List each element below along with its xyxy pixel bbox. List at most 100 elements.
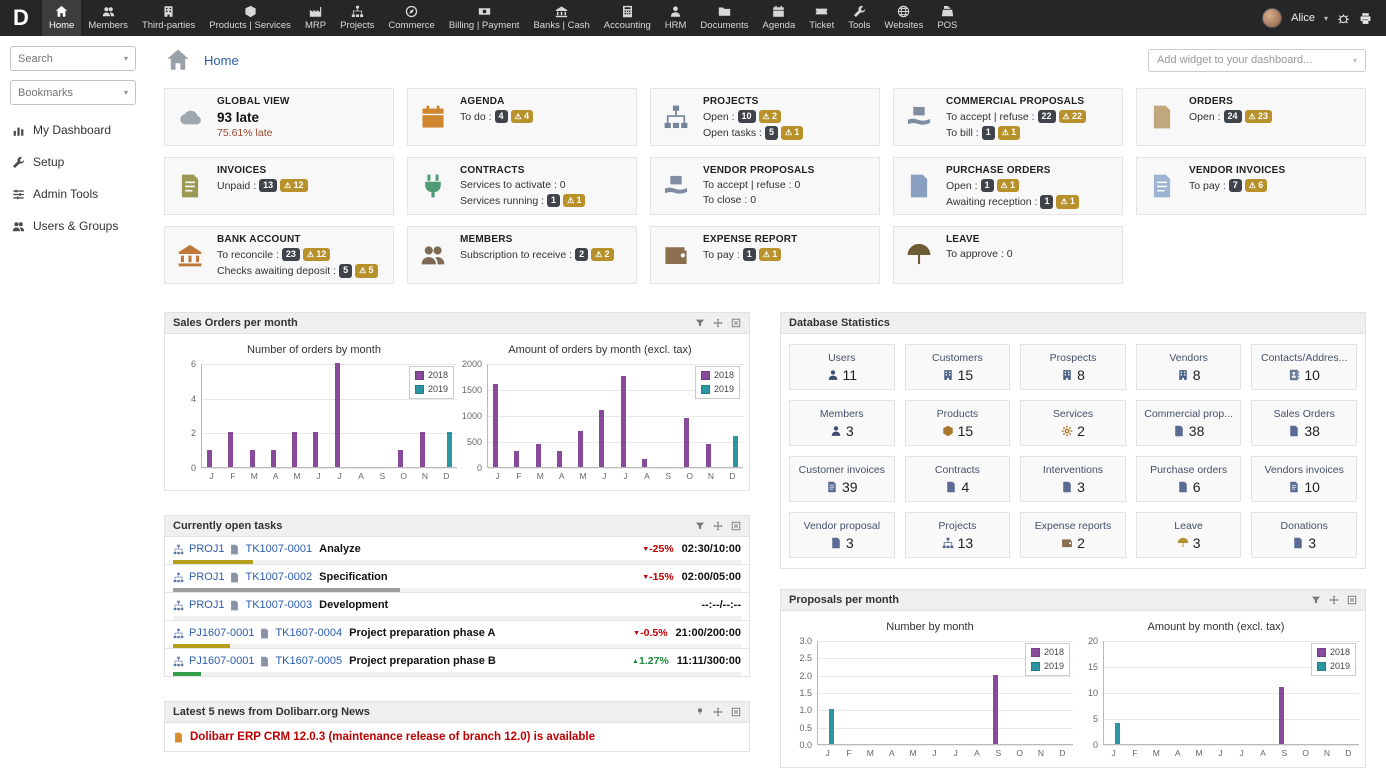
badge-dark[interactable]: 10: [737, 110, 756, 124]
topnav-item-home[interactable]: Home: [42, 0, 82, 36]
kpi-box-orders[interactable]: ORDERS Open :2423: [1136, 88, 1366, 146]
badge-warn[interactable]: 2: [591, 248, 614, 262]
news-link[interactable]: Dolibarr ERP CRM 12.0.3 (maintenance rel…: [190, 731, 595, 743]
badge-warn[interactable]: 6: [1244, 179, 1268, 193]
stat-box-leave[interactable]: Leave 3: [1135, 512, 1242, 558]
stat-box-services[interactable]: Services 2: [1020, 400, 1126, 446]
project-link[interactable]: PJ1607-0001: [189, 627, 254, 639]
topnav-item-projects[interactable]: Projects: [333, 0, 381, 36]
kpi-box-global-view[interactable]: GLOBAL VIEW 93 late 75.61% late: [164, 88, 394, 146]
badge-dark[interactable]: 4: [494, 110, 508, 124]
badge-warn[interactable]: 1: [1056, 195, 1079, 209]
stat-box-members[interactable]: Members 3: [789, 400, 895, 446]
stat-box-users[interactable]: Users 11: [789, 344, 895, 390]
stat-box-donations[interactable]: Donations 3: [1251, 512, 1357, 558]
badge-dark[interactable]: 7: [1228, 179, 1242, 193]
stat-box-products[interactable]: Products 15: [904, 400, 1011, 446]
badge-warn[interactable]: 1: [780, 126, 804, 140]
badge-warn[interactable]: 23: [1244, 110, 1272, 124]
bug-icon[interactable]: [1337, 12, 1350, 25]
task-link[interactable]: TK1007-0002: [245, 571, 312, 583]
stat-box-purchase-orders[interactable]: Purchase orders 6: [1135, 456, 1242, 502]
badge-dark[interactable]: 22: [1037, 110, 1056, 124]
topnav-item-ticket[interactable]: Ticket: [802, 0, 841, 36]
badge-warn[interactable]: 1: [563, 194, 586, 208]
close-icon[interactable]: [731, 318, 741, 328]
badge-dark[interactable]: 5: [764, 126, 778, 140]
stat-box-expense-reports[interactable]: Expense reports 2: [1020, 512, 1126, 558]
close-icon[interactable]: [731, 521, 741, 531]
topnav-item-hrm[interactable]: HRM: [658, 0, 694, 36]
badge-warn[interactable]: 1: [997, 126, 1021, 140]
kpi-box-invoices[interactable]: INVOICES Unpaid :1312: [164, 157, 394, 215]
badge-warn[interactable]: 22: [1058, 110, 1086, 124]
sidebar-item-setup[interactable]: Setup: [10, 146, 136, 178]
stat-box-customers[interactable]: Customers 15: [904, 344, 1011, 390]
task-link[interactable]: TK1607-0005: [275, 655, 342, 667]
badge-dark[interactable]: 2: [575, 248, 589, 262]
topnav-item-billing-payment[interactable]: Billing | Payment: [442, 0, 527, 36]
kpi-box-bank-account[interactable]: BANK ACCOUNT To reconcile :2312 Checks awa…: [164, 226, 394, 284]
kpi-box-vendor-proposals[interactable]: VENDOR PROPOSALS To accept | refuse : 0 To…: [650, 157, 880, 215]
stat-box-commercial-prop[interactable]: Commercial prop... 38: [1135, 400, 1242, 446]
kpi-box-members[interactable]: MEMBERS Subscription to receive :22: [407, 226, 637, 284]
badge-warn[interactable]: 1: [758, 248, 782, 262]
stat-box-sales-orders[interactable]: Sales Orders 38: [1251, 400, 1357, 446]
pin-icon[interactable]: [695, 707, 705, 717]
close-icon[interactable]: [1347, 595, 1357, 605]
kpi-box-commercial-proposals[interactable]: COMMERCIAL PROPOSALS To accept | refuse :…: [893, 88, 1123, 146]
breadcrumb-home-link[interactable]: Home: [204, 53, 239, 68]
task-link[interactable]: TK1007-0003: [245, 599, 312, 611]
move-icon[interactable]: [713, 707, 723, 717]
topnav-item-documents[interactable]: Documents: [693, 0, 755, 36]
kpi-box-leave[interactable]: LEAVE To approve : 0: [893, 226, 1123, 284]
stat-box-vendor-proposal[interactable]: Vendor proposal 3: [789, 512, 895, 558]
stat-box-interventions[interactable]: Interventions 3: [1020, 456, 1126, 502]
project-link[interactable]: PJ1607-0001: [189, 655, 254, 667]
stat-box-projects[interactable]: Projects 13: [904, 512, 1011, 558]
print-icon[interactable]: [1359, 12, 1372, 25]
topnav-item-accounting[interactable]: Accounting: [597, 0, 658, 36]
kpi-box-vendor-invoices[interactable]: VENDOR INVOICES To pay :76: [1136, 157, 1366, 215]
topnav-item-agenda[interactable]: Agenda: [755, 0, 802, 36]
filter-icon[interactable]: [1311, 595, 1321, 605]
topnav-item-tools[interactable]: Tools: [841, 0, 877, 36]
stat-box-contracts[interactable]: Contracts 4: [904, 456, 1011, 502]
topnav-item-mrp[interactable]: MRP: [298, 0, 333, 36]
badge-dark[interactable]: 13: [259, 179, 278, 193]
badge-warn[interactable]: 5: [355, 264, 378, 278]
move-icon[interactable]: [713, 318, 723, 328]
sidebar-item-users-groups[interactable]: Users & Groups: [10, 210, 136, 242]
kpi-box-contracts[interactable]: CONTRACTS Services to activate : 0 Service…: [407, 157, 637, 215]
badge-warn[interactable]: 4: [510, 110, 533, 124]
kpi-box-agenda[interactable]: AGENDA To do :44: [407, 88, 637, 146]
home-icon[interactable]: [164, 48, 192, 72]
bookmarks-select[interactable]: Bookmarks ▾: [10, 80, 136, 105]
kpi-box-projects[interactable]: PROJECTS Open :102 Open tasks :51: [650, 88, 880, 146]
stat-box-contacts-addres[interactable]: Contacts/Addres... 10: [1251, 344, 1357, 390]
stat-box-vendors[interactable]: Vendors 8: [1135, 344, 1242, 390]
task-link[interactable]: TK1007-0001: [245, 543, 312, 555]
close-icon[interactable]: [731, 707, 741, 717]
kpi-box-expense-report[interactable]: EXPENSE REPORT To pay :11: [650, 226, 880, 284]
sidebar-item-my-dashboard[interactable]: My Dashboard: [10, 114, 136, 146]
badge-dark[interactable]: 1: [547, 194, 561, 208]
topnav-item-third-parties[interactable]: Third-parties: [135, 0, 202, 36]
stat-box-vendors-invoices[interactable]: Vendors invoices 10: [1251, 456, 1357, 502]
topnav-item-members[interactable]: Members: [81, 0, 135, 36]
badge-dark[interactable]: 23: [281, 248, 300, 262]
badge-warn[interactable]: 2: [758, 110, 781, 124]
dolibarr-logo[interactable]: D: [0, 0, 42, 36]
kpi-box-purchase-orders[interactable]: PURCHASE ORDERS Open :11 Awaiting receptio…: [893, 157, 1123, 215]
user-avatar[interactable]: [1262, 8, 1283, 28]
badge-dark[interactable]: 1: [980, 179, 994, 193]
topnav-item-pos[interactable]: POS: [930, 0, 964, 36]
badge-warn[interactable]: 12: [280, 179, 308, 193]
badge-dark[interactable]: 1: [981, 126, 995, 140]
project-link[interactable]: PROJ1: [189, 599, 224, 611]
add-widget-select[interactable]: Add widget to your dashboard... ▾: [1148, 48, 1366, 72]
topnav-item-websites[interactable]: Websites: [877, 0, 930, 36]
badge-dark[interactable]: 1: [742, 248, 756, 262]
task-link[interactable]: TK1607-0004: [275, 627, 342, 639]
badge-dark[interactable]: 5: [339, 264, 353, 278]
